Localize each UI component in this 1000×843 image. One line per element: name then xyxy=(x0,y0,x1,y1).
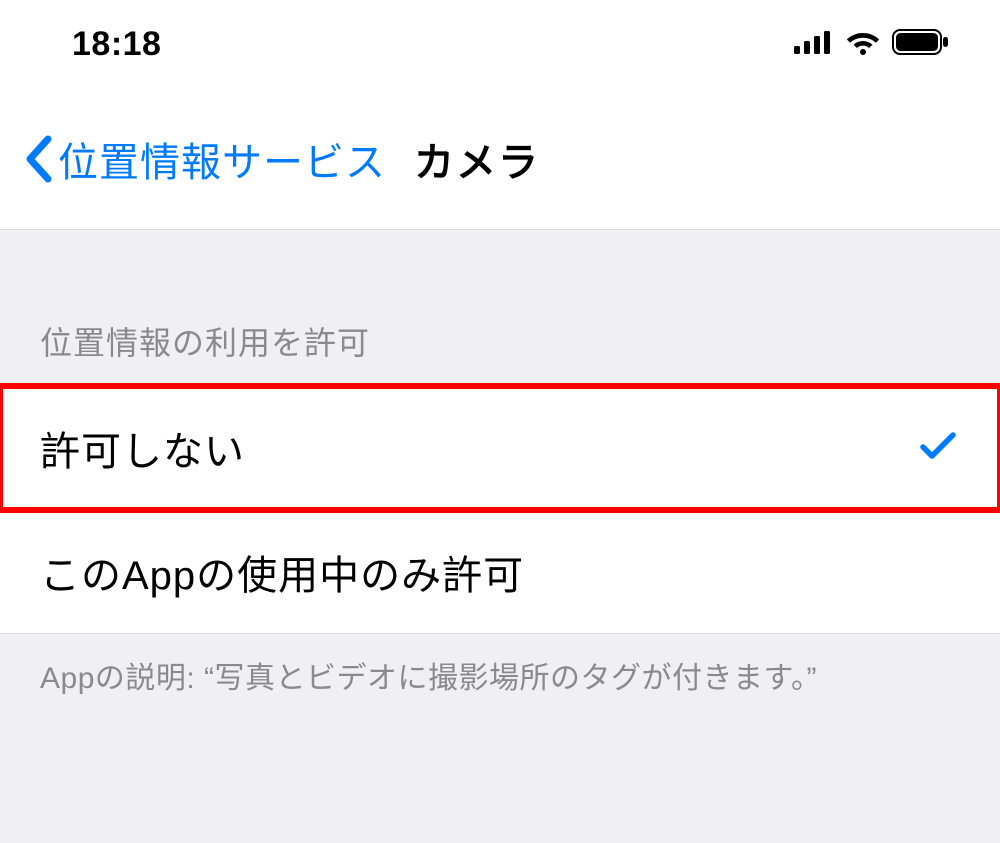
navigation-bar: 位置情報サービス カメラ xyxy=(0,88,1000,230)
cellular-icon xyxy=(794,30,834,59)
back-chevron-icon[interactable] xyxy=(24,135,54,183)
back-button-label[interactable]: 位置情報サービス xyxy=(58,130,386,188)
option-label: 許可しない xyxy=(40,419,245,477)
page-title: カメラ xyxy=(414,130,540,188)
status-time: 18:18 xyxy=(72,25,161,64)
battery-icon xyxy=(892,29,950,60)
wifi-icon xyxy=(844,29,882,60)
status-icons xyxy=(794,29,950,60)
option-label: このAppの使用中のみ許可 xyxy=(40,543,524,601)
option-while-using[interactable]: このAppの使用中のみ許可 xyxy=(0,510,1000,634)
checkmark-icon xyxy=(920,431,956,466)
option-never[interactable]: 許可しない xyxy=(0,386,1000,510)
status-bar: 18:18 xyxy=(0,0,1000,88)
section-header: 位置情報の利用を許可 xyxy=(0,318,1000,386)
section-footer: Appの説明: “写真とビデオに撮影場所のタグが付きます。” xyxy=(0,634,1000,700)
